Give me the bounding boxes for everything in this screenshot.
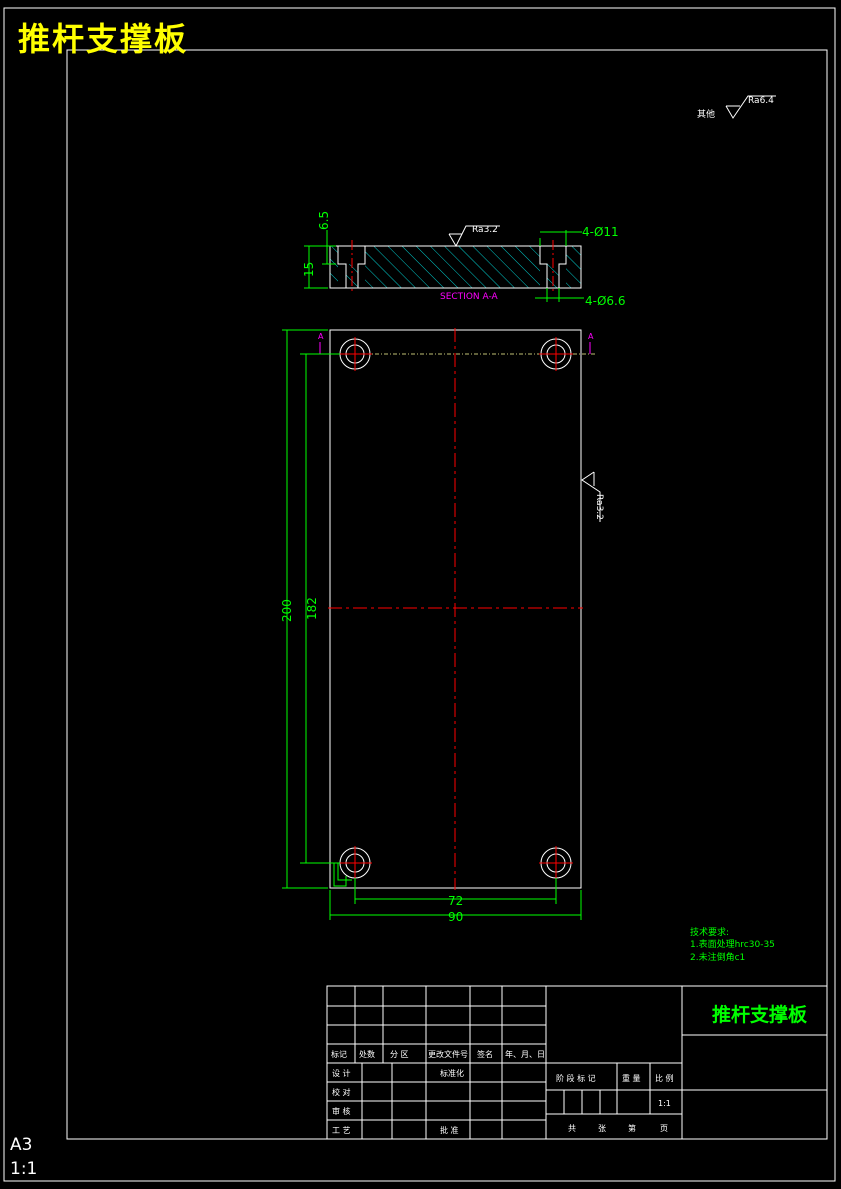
tb-rev-header: 签名 bbox=[477, 1049, 493, 1059]
technical-requirements: 技术要求: 1.表面处理hrc30-35 2.未注倒角c1 bbox=[690, 926, 775, 963]
tb-part-name: 推杆支撑板 bbox=[712, 1003, 808, 1026]
hole-top-left bbox=[338, 337, 372, 371]
dim-hole-spacing-horizontal: 72 bbox=[448, 894, 463, 908]
general-roughness-note: 其他 Ra6.4 bbox=[697, 95, 776, 120]
cut-mark-left: A bbox=[318, 332, 324, 341]
tech-req-item: 2.未注倒角c1 bbox=[690, 951, 745, 963]
hole-bottom-right bbox=[539, 846, 573, 880]
tb-approve: 批 准 bbox=[440, 1125, 459, 1135]
tb-sheet-label: 共 bbox=[568, 1124, 576, 1133]
tb-stage-header: 重 量 bbox=[622, 1073, 641, 1083]
roughness-value: Ra6.4 bbox=[748, 96, 774, 106]
dim-counterbore-depth: 6.5 bbox=[317, 211, 331, 230]
dim-length: 200 bbox=[280, 599, 294, 622]
tb-rev-header: 年、月、日 bbox=[505, 1049, 545, 1059]
hole-bottom-left bbox=[338, 846, 372, 880]
tb-role: 审 核 bbox=[332, 1106, 351, 1116]
tb-scale: 1:1 bbox=[658, 1099, 671, 1108]
tb-sheet-label: 页 bbox=[660, 1124, 668, 1133]
tech-req-item: 1.表面处理hrc30-35 bbox=[690, 938, 775, 950]
tb-role: 工 艺 bbox=[332, 1126, 351, 1135]
outer-border bbox=[3, 7, 836, 1182]
tb-role: 设 计 bbox=[332, 1068, 351, 1078]
tb-sheet-label: 张 bbox=[598, 1124, 606, 1133]
roughness-prefix: 其他 bbox=[697, 108, 715, 120]
tb-rev-header: 更改文件号 bbox=[428, 1049, 468, 1059]
paper-scale: 1:1 bbox=[10, 1159, 38, 1179]
tb-standardize: 标准化 bbox=[440, 1068, 464, 1078]
tb-stage-header: 比 例 bbox=[655, 1073, 674, 1083]
tb-rev-header: 标记 bbox=[331, 1049, 347, 1059]
tb-rev-header: 分 区 bbox=[390, 1050, 409, 1059]
section-label: SECTION A-A bbox=[440, 292, 499, 302]
section-hatch bbox=[365, 246, 540, 288]
tech-req-heading: 技术要求: bbox=[690, 926, 729, 938]
hole-top-right bbox=[539, 337, 573, 371]
plan-view: A A Ra3.2 200 182 72 90 bbox=[280, 328, 604, 924]
drawing-title: 推杆支撑板 bbox=[18, 20, 189, 58]
tb-stage-header: 阶 段 标 记 bbox=[556, 1073, 596, 1083]
section-view: Ra3.2 SECTION A-A 15 6.5 4-Ø11 4-Ø6.6 bbox=[302, 211, 626, 308]
tb-rev-header: 处数 bbox=[359, 1049, 375, 1059]
callout-hole: 4-Ø6.6 bbox=[585, 294, 626, 308]
section-roughness: Ra3.2 bbox=[472, 225, 498, 235]
inner-border bbox=[66, 49, 828, 1140]
drawing-sheet: 其他 Ra6.4 Ra3.2 SECTION A-A 15 6.5 4-Ø11 … bbox=[3, 7, 836, 1182]
paper-size: A3 bbox=[10, 1135, 33, 1155]
plan-roughness: Ra3.2 bbox=[594, 494, 604, 520]
callout-counterbore: 4-Ø11 bbox=[582, 225, 619, 239]
cut-mark-right: A bbox=[588, 332, 594, 341]
tb-sheet-label: 第 bbox=[628, 1123, 636, 1133]
tb-role: 校 对 bbox=[332, 1087, 351, 1097]
dim-width: 90 bbox=[448, 910, 463, 924]
dim-hole-spacing-vertical: 182 bbox=[305, 597, 319, 620]
dim-thickness: 15 bbox=[302, 262, 316, 277]
